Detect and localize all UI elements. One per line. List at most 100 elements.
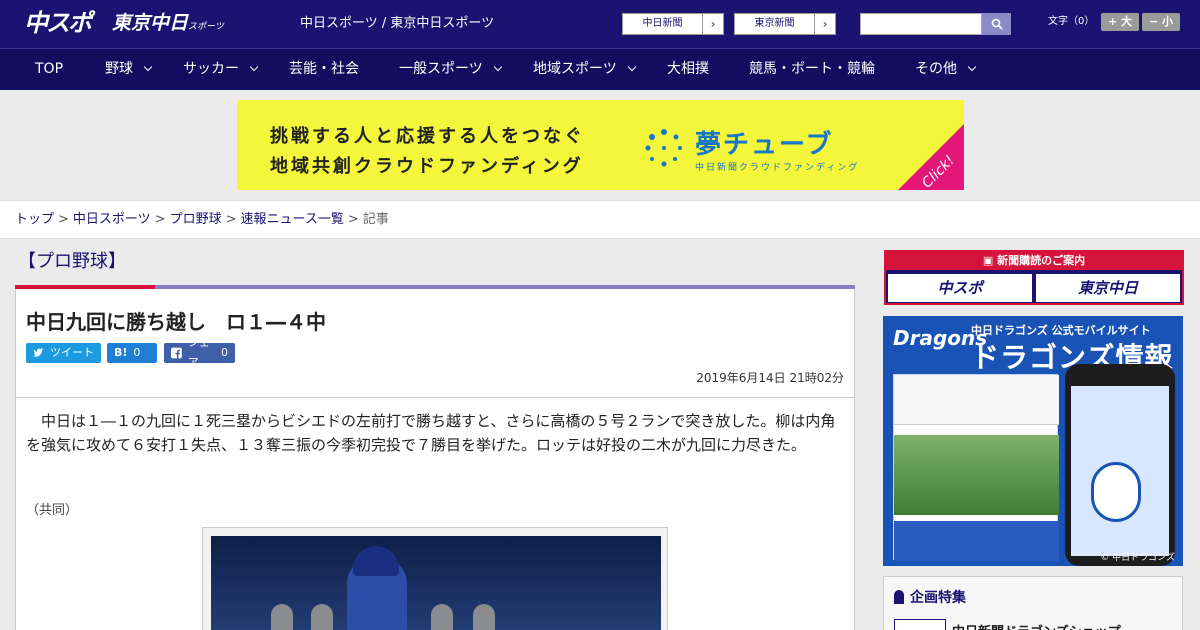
- article-card: 中日九回に勝ち越し ロ１―４中 ツイート B! 0 シェア 0 2019年6月1…: [15, 289, 855, 630]
- breadcrumb-separator: >: [154, 212, 166, 227]
- photo-figure: [431, 604, 453, 630]
- breadcrumb-pro-baseball[interactable]: プロ野球: [170, 212, 222, 227]
- chevron-down-icon: [143, 62, 153, 72]
- tokyo-logo-text: 東京中日: [112, 12, 189, 34]
- breadcrumb-separator: >: [347, 212, 359, 227]
- article-body: 中日は１―１の九回に１死三塁からビシエドの左前打で勝ち越すと、さらに高橋の５号２…: [26, 412, 836, 454]
- site-link[interactable]: 中日スポーツ / 東京中日スポーツ: [300, 14, 494, 34]
- search-icon: [991, 18, 1003, 30]
- nav-item-general-sports[interactable]: 一般スポーツ: [399, 49, 502, 90]
- chevron-right-icon: ›: [822, 17, 828, 31]
- nav-label: 競馬・ボート・競輪: [749, 61, 875, 77]
- nav-label: 地域スポーツ: [533, 61, 617, 77]
- newspaper-icon: ▣: [982, 254, 998, 267]
- menu-graphic: [894, 521, 1059, 561]
- chevron-down-icon: [627, 62, 636, 72]
- chevron-right-icon: ›: [710, 17, 716, 31]
- search-input[interactable]: [860, 13, 982, 35]
- breadcrumb-current: 記事: [362, 212, 389, 227]
- chevron-down-icon: [493, 62, 502, 72]
- field-graphic: [894, 435, 1059, 515]
- banner-line-2: 地域共創クラウドファンディング: [270, 156, 584, 177]
- nav-item-baseball[interactable]: 野球: [105, 49, 153, 90]
- tokyo-logo-small: スポーツ: [188, 22, 224, 32]
- breadcrumb: トップ > 中日スポーツ > プロ野球 > 速報ニュース一覧 > 記事: [0, 200, 1200, 239]
- breadcrumb-top[interactable]: トップ: [15, 212, 54, 227]
- nav-label: 一般スポーツ: [399, 61, 483, 77]
- facebook-share-count: 0: [221, 346, 228, 359]
- dragons-ad-screen: [893, 374, 1059, 561]
- mascot-graphic: [1091, 462, 1141, 522]
- nav-label: サッカー: [183, 61, 239, 77]
- chuspo-logo[interactable]: 中スポ: [24, 8, 92, 38]
- scoreboard-graphic: [894, 375, 1059, 425]
- dragons-copyright: © 中日ドラゴンズ: [1100, 553, 1175, 563]
- photo-figure: [311, 604, 333, 630]
- facebook-share-label: シェア: [187, 336, 210, 369]
- tokyo-shimbun-label: 東京新聞: [735, 14, 815, 34]
- main-nav: TOP 野球 サッカー 芸能・社会 一般スポーツ 地域スポーツ 大相撲 競馬・ボ…: [0, 48, 1200, 90]
- facebook-icon: [171, 347, 182, 359]
- article-divider: [16, 397, 854, 398]
- category-heading: 【プロ野球】: [18, 251, 126, 272]
- top-header: 中スポ 東京中日スポーツ 中日スポーツ / 東京中日スポーツ 中日新聞 › 東京…: [0, 0, 1200, 48]
- subscribe-tokyo-logo[interactable]: 東京中日: [1036, 274, 1180, 302]
- banner-subtitle: 中日新聞クラウドファンディング: [695, 163, 860, 173]
- feature-title-text: 企画特集: [910, 590, 966, 606]
- font-size-label: 文字（0）: [1048, 16, 1095, 27]
- hatena-count: 0: [133, 346, 141, 359]
- article-date: 2019年6月14日 21時02分: [696, 371, 844, 385]
- font-bigger-button[interactable]: + 大: [1101, 13, 1139, 31]
- nav-label: 大相撲: [667, 61, 709, 77]
- tweet-button[interactable]: ツイート: [26, 343, 101, 363]
- nav-item-sumo[interactable]: 大相撲: [667, 49, 709, 90]
- facebook-share-button[interactable]: シェア 0: [164, 336, 235, 369]
- feature-title: 企画特集: [894, 587, 966, 607]
- article-headline: 中日九回に勝ち越し ロ１―４中: [26, 310, 326, 334]
- twitter-icon: [33, 348, 44, 357]
- breadcrumb-chunichi-sports[interactable]: 中日スポーツ: [73, 212, 151, 227]
- photo-figure: [473, 604, 495, 630]
- banner-line-1: 挑戦する人と応援する人をつなぐ: [270, 126, 585, 147]
- subscription-heading-text: 新聞購読のご案内: [997, 254, 1086, 267]
- phone-graphic: [1065, 364, 1175, 566]
- dragons-mobile-ad[interactable]: Dragons 中日ドラゴンズ 公式モバイルサイト ドラゴンズ情報 © 中日ドラ…: [883, 316, 1183, 566]
- nav-label: TOP: [35, 61, 64, 77]
- dots-logo-icon: [645, 129, 682, 167]
- tokyo-shimbun-button[interactable]: 東京新聞 ›: [734, 13, 836, 35]
- nav-label: 芸能・社会: [289, 61, 359, 77]
- hatena-bookmark-button[interactable]: B! 0: [107, 343, 157, 363]
- chunichi-shimbun-label: 中日新聞: [623, 14, 703, 34]
- feature-box: 企画特集 中日新聞ドラゴンズショップ: [883, 576, 1183, 630]
- breadcrumb-news-list[interactable]: 速報ニュース一覧: [241, 212, 344, 227]
- article-credit: （共同）: [26, 503, 79, 518]
- photo-figure: [271, 604, 293, 630]
- nav-label: 野球: [105, 61, 133, 77]
- hatena-bookmark-icon: B!: [114, 346, 128, 359]
- ribbon-icon: [894, 590, 904, 604]
- nav-label: その他: [915, 61, 957, 77]
- nav-item-racing[interactable]: 競馬・ボート・競輪: [749, 49, 875, 90]
- feature-item[interactable]: 中日新聞ドラゴンズショップ: [952, 621, 1121, 630]
- crowdfunding-banner[interactable]: 挑戦する人と応援する人をつなぐ 地域共創クラウドファンディング 夢チューブ 中日…: [237, 100, 964, 190]
- search-button[interactable]: [982, 13, 1011, 35]
- nav-item-other[interactable]: その他: [915, 49, 977, 90]
- chevron-down-icon: [249, 62, 259, 72]
- breadcrumb-separator: >: [58, 212, 69, 227]
- chevron-down-icon: [967, 62, 977, 72]
- article-photo-frame: [202, 527, 668, 630]
- nav-item-local-sports[interactable]: 地域スポーツ: [533, 49, 636, 90]
- nav-item-entertainment[interactable]: 芸能・社会: [289, 49, 359, 90]
- subscription-box[interactable]: ▣ 新聞購読のご案内 中スポ 東京中日: [884, 250, 1184, 305]
- nav-item-top[interactable]: TOP: [35, 49, 63, 90]
- chunichi-shimbun-button[interactable]: 中日新聞 ›: [622, 13, 724, 35]
- feature-thumbnail[interactable]: [894, 619, 946, 630]
- subscription-heading: ▣ 新聞購読のご案内: [886, 252, 1182, 270]
- banner-brand: 夢チューブ: [695, 130, 834, 160]
- breadcrumb-separator: >: [225, 212, 237, 227]
- subscribe-chuspo-logo[interactable]: 中スポ: [888, 274, 1032, 302]
- nav-item-soccer[interactable]: サッカー: [183, 49, 259, 90]
- font-smaller-button[interactable]: − 小: [1142, 13, 1180, 31]
- article-photo[interactable]: [211, 536, 661, 630]
- tokyo-chunichi-logo[interactable]: 東京中日スポーツ: [112, 10, 224, 36]
